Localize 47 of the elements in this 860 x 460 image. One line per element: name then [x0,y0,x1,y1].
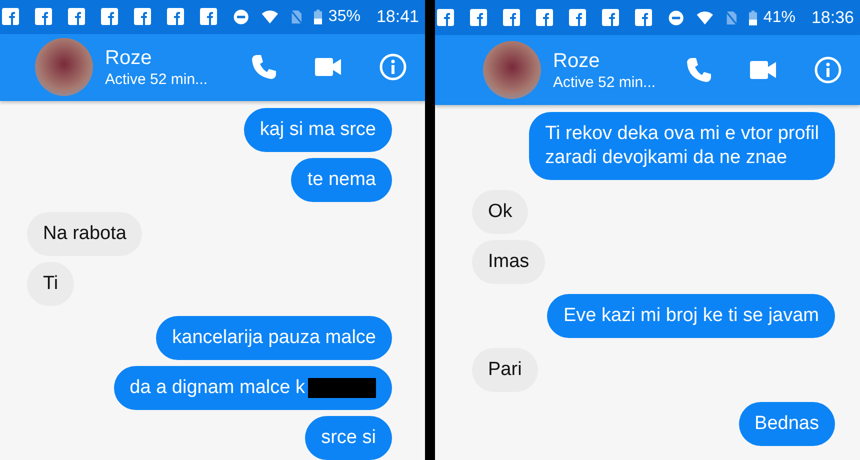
sent-message: srce si [305,416,392,460]
received-message: Imas [472,240,546,284]
facebook-icon [68,8,85,26]
sent-message: kaj si ma srce [244,108,392,152]
facebook-icon [635,9,652,26]
wifi-icon [696,8,714,26]
facebook-icon [536,9,553,26]
active-status: Active 52 min... [105,70,208,89]
battery-percent: 41% [763,8,796,28]
battery-icon [749,8,758,26]
clock-time: 18:36 [811,6,854,29]
sent-message: Bednas [738,402,835,446]
video-camera-icon[interactable] [315,58,341,76]
do-not-disturb-icon [233,6,250,27]
info-icon[interactable] [379,53,407,82]
received-message: Pari [472,348,538,392]
received-message: Na rabota [27,212,142,256]
facebook-icon [569,9,586,26]
facebook-icon [167,8,184,26]
clock-time: 18:41 [376,6,419,28]
received-message: Ok [472,190,528,234]
contact-name: Roze [105,46,153,70]
video-camera-icon[interactable] [750,61,776,79]
info-icon[interactable] [814,56,842,84]
battery-icon [314,8,322,26]
no-sim-icon [726,8,738,26]
facebook-icon [134,8,151,26]
battery-percent: 35% [328,6,360,27]
sent-message: Eve kazi mi broj ke ti se javam [547,294,835,338]
received-message: Ti [27,262,74,306]
facebook-icon [200,8,217,26]
sent-message: te nema [291,158,392,202]
active-status: Active 52 min... [553,72,656,92]
wifi-icon [261,8,279,26]
phone-icon[interactable] [686,57,712,83]
facebook-icon [503,9,520,26]
sent-message: da a dignam malce k [114,366,392,410]
sent-message: kancelarija pauza malce [156,316,392,360]
sent-message: Ti rekov deka ova mi e vtor profil zaradi devojkami da ne znae [529,112,835,180]
do-not-disturb-icon [668,8,684,28]
contact-name: Roze [553,48,601,72]
phone-icon[interactable] [251,54,277,80]
no-sim-icon [291,8,302,26]
facebook-icon [101,8,118,26]
facebook-icon [35,8,52,26]
facebook-icon [602,9,619,26]
facebook-icon [470,9,487,26]
